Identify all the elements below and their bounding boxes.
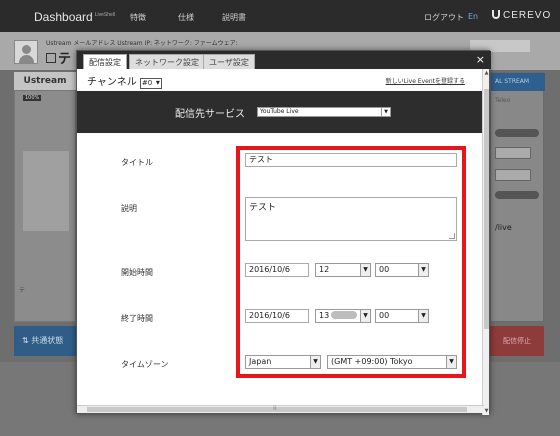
share-icon: ⇅	[22, 336, 32, 345]
horizontal-scrollbar[interactable]: ⁞⁞	[77, 405, 484, 413]
language-switch[interactable]: En	[468, 12, 478, 21]
scroll-up-icon[interactable]: ▲	[483, 70, 490, 76]
scroll-thumb[interactable]	[484, 89, 489, 329]
avatar	[14, 40, 38, 64]
tab-stream-settings[interactable]: 配信設定	[83, 54, 127, 69]
scroll-thumb[interactable]	[87, 407, 467, 412]
close-icon[interactable]: ×	[476, 53, 485, 66]
live-path-text: /live	[495, 223, 512, 232]
annotation-highlight-box	[236, 146, 466, 378]
scroll-down-icon[interactable]: ▼	[483, 408, 490, 414]
right-settings-panel: AL STREAM Teleo /live	[490, 72, 545, 322]
top-navigation-bar: Dashboard LiveShell 特徴 仕様 説明書 ログアウト En CE…	[0, 0, 560, 32]
right-tab[interactable]: Teleo	[495, 97, 510, 104]
preview-panel: 100% テ	[14, 90, 76, 322]
channel-label: チャンネル	[87, 77, 137, 88]
cerevo-logo: CEREVO	[492, 10, 551, 21]
new-live-event-link[interactable]: 新しいLive Eventを登録する	[386, 76, 465, 85]
device-info-text: Ustream メールアドレス Ustream IP: ネットワーク: ファーム…	[46, 40, 238, 47]
timezone-label: タイムゾーン	[121, 360, 169, 369]
grip-icon: ⁞⁞	[273, 405, 277, 412]
destination-select[interactable]: YouTube Live ▼	[257, 107, 391, 117]
tab-network-settings[interactable]: ネットワーク設定	[129, 54, 205, 69]
title-label: タイトル	[121, 158, 153, 167]
ustream-tab[interactable]: Ustream	[14, 72, 76, 90]
channel-row: チャンネル #0	[87, 73, 162, 89]
device-icon	[46, 53, 56, 63]
dialog-tab-strip: 配信設定 ネットワーク設定 ユーザ設定 ×	[77, 51, 491, 69]
nav-manual[interactable]: 説明書	[222, 12, 246, 23]
level-badge: 100%	[23, 95, 42, 101]
live-stream-header[interactable]: AL STREAM	[491, 73, 545, 91]
destination-bar: 配信先サービス YouTube Live ▼	[77, 91, 484, 133]
setting-pill	[495, 191, 539, 199]
cerevo-mark-icon	[492, 10, 500, 19]
chevron-down-icon: ▼	[381, 108, 390, 116]
description-label: 説明	[121, 204, 137, 213]
vertical-scrollbar[interactable]: ▲ ▼	[482, 69, 489, 415]
tab-user-settings[interactable]: ユーザ設定	[203, 54, 255, 69]
start-time-label: 開始時間	[121, 268, 153, 277]
stop-stream-button[interactable]: 配信停止	[490, 326, 544, 356]
setting-pill	[495, 129, 539, 137]
share-status-button[interactable]: ⇅ 共通状態	[14, 326, 76, 356]
nav-features[interactable]: 特徴	[130, 12, 146, 23]
device-name: テ	[46, 48, 71, 67]
setting-select[interactable]	[495, 147, 531, 159]
end-time-label: 終了時間	[121, 314, 153, 323]
setting-select[interactable]	[495, 169, 531, 181]
app-brand[interactable]: Dashboard LiveShell	[34, 10, 115, 24]
preview-image	[23, 151, 69, 231]
logout-link[interactable]: ログアウト	[424, 12, 464, 23]
panel-button[interactable]: テ	[19, 285, 25, 294]
destination-label: 配信先サービス	[175, 109, 245, 120]
nav-specs[interactable]: 仕様	[178, 12, 194, 23]
channel-select[interactable]: #0	[139, 78, 162, 89]
